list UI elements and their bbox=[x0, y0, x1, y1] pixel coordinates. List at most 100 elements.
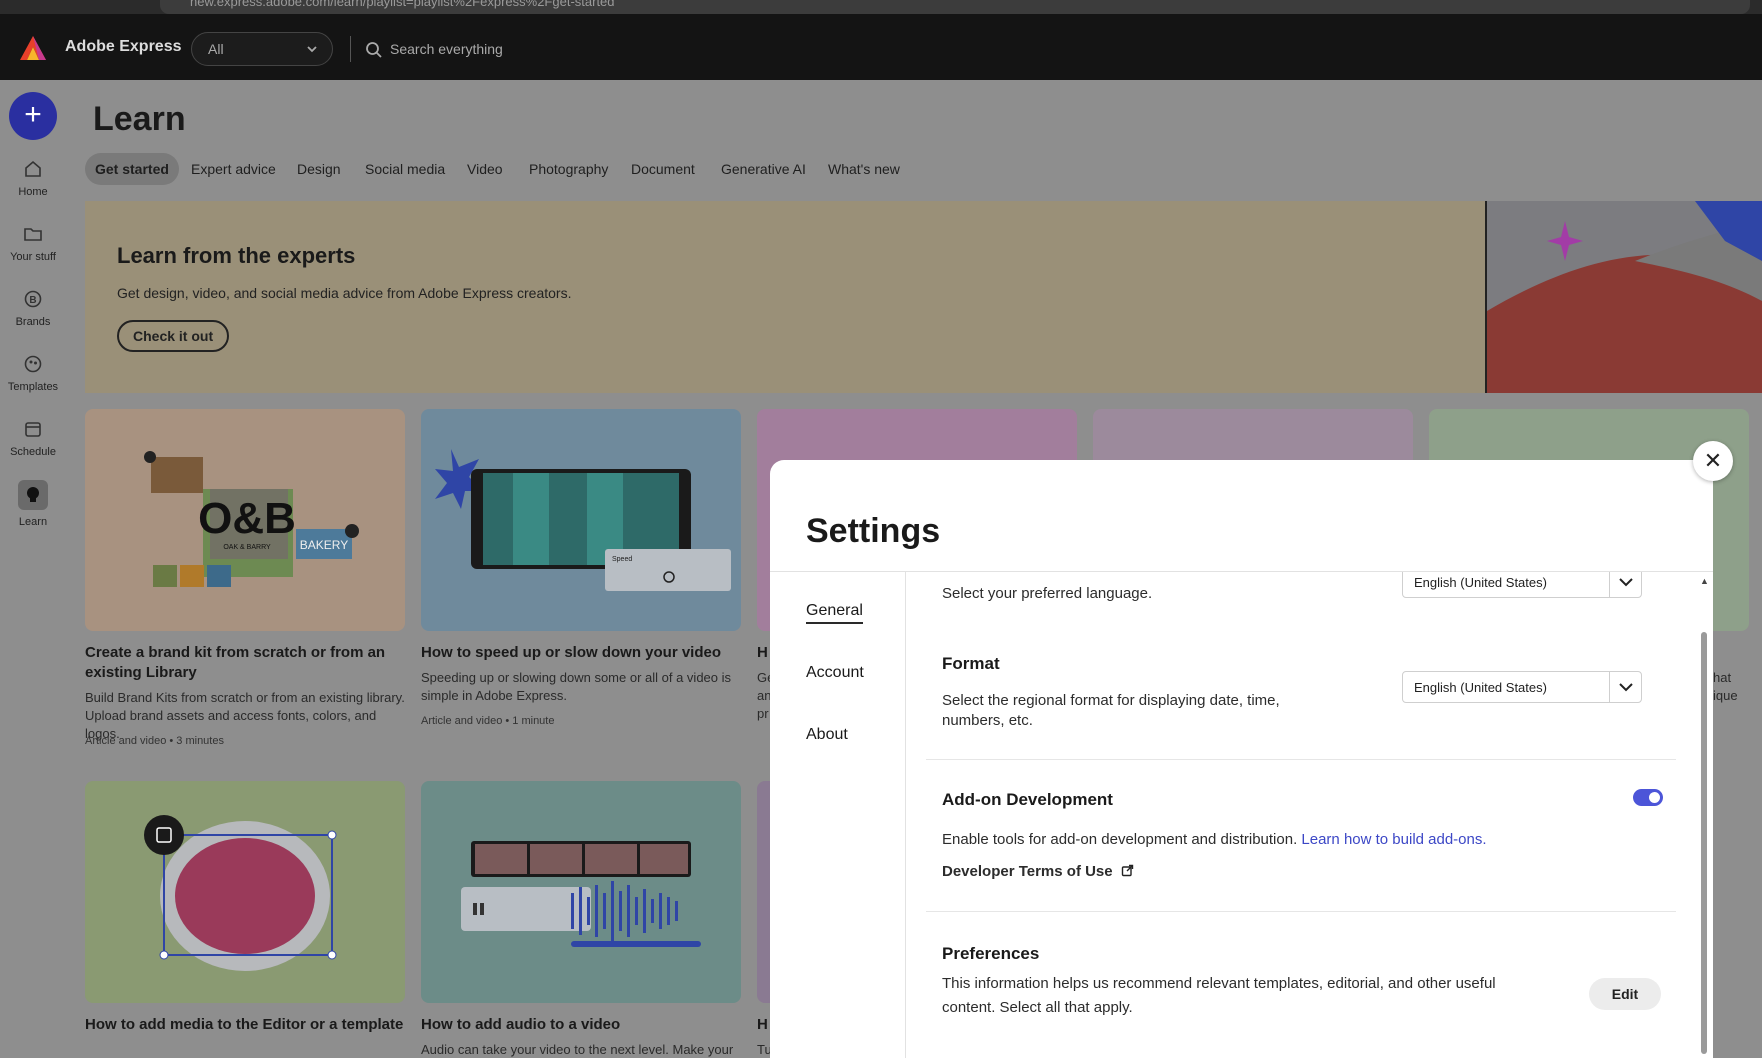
banner-illustration bbox=[1485, 201, 1762, 393]
sidebar-item-home[interactable]: Home bbox=[0, 158, 66, 214]
active-indicator bbox=[18, 480, 48, 510]
card-meta: Article and video • 1 minute bbox=[421, 715, 555, 727]
tab-generative-ai[interactable]: Generative AI bbox=[711, 153, 816, 185]
sidebar-item-templates[interactable]: Templates bbox=[0, 353, 66, 409]
check-it-out-button[interactable]: Check it out bbox=[117, 320, 230, 352]
scroll-thumb[interactable] bbox=[1701, 632, 1707, 1054]
language-dropdown[interactable]: English (United States) bbox=[1402, 572, 1642, 598]
calendar-icon bbox=[25, 422, 41, 437]
sidebar-item-label: Learn bbox=[18, 516, 48, 528]
card-title[interactable]: How to add audio to a video bbox=[421, 1015, 741, 1035]
app-header: Adobe Express All Search everything bbox=[0, 14, 1762, 80]
sidebar-item-label: Templates bbox=[7, 381, 59, 393]
page-title: Learn bbox=[93, 100, 186, 138]
tab-design[interactable]: Design bbox=[287, 153, 351, 185]
tab-social-media[interactable]: Social media bbox=[355, 153, 455, 185]
brand-kit-illustration: O&B OAK & BARRY BAKERY bbox=[144, 451, 359, 587]
banner-art-graphic bbox=[1485, 201, 1762, 393]
tab-get-started[interactable]: Get started bbox=[85, 153, 179, 185]
tab-expert-advice[interactable]: Expert advice bbox=[181, 153, 286, 185]
brand-logo-subtext: OAK & BARRY bbox=[223, 544, 271, 551]
header-divider bbox=[350, 36, 351, 62]
addon-description-row: Enable tools for add-on development and … bbox=[942, 830, 1487, 850]
scroll-up-arrow-icon[interactable]: ▲ bbox=[1700, 576, 1709, 586]
card-title[interactable]: How to add media to the Editor or a temp… bbox=[85, 1015, 405, 1035]
preferences-edit-button[interactable]: Edit bbox=[1589, 978, 1661, 1010]
card-thumbnail: Speed bbox=[421, 409, 741, 631]
settings-nav-about[interactable]: About bbox=[806, 726, 848, 744]
card-description: Ge an pr bbox=[757, 670, 775, 721]
language-value: English (United States) bbox=[1414, 575, 1547, 590]
video-speed-illustration: Speed bbox=[435, 449, 731, 591]
add-audio-illustration bbox=[461, 841, 701, 947]
addon-development-toggle[interactable] bbox=[1633, 789, 1663, 806]
tab-video[interactable]: Video bbox=[457, 153, 513, 185]
folder-icon bbox=[24, 228, 42, 241]
format-description: Select the regional format for displayin… bbox=[942, 692, 1280, 729]
settings-dialog: Settings General Account About Select yo… bbox=[770, 460, 1713, 1058]
filter-value: All bbox=[208, 41, 224, 57]
terms-link-text: Developer Terms of Use bbox=[942, 863, 1113, 880]
sidebar-item-schedule[interactable]: Schedule bbox=[0, 418, 66, 474]
tab-document[interactable]: Document bbox=[621, 153, 705, 185]
card-meta: Article and video • 3 minutes bbox=[85, 735, 224, 747]
search-filter-select[interactable]: All bbox=[191, 32, 333, 66]
settings-content: Select your preferred language. English … bbox=[906, 572, 1696, 1058]
divider bbox=[926, 759, 1676, 760]
chevron-down-icon bbox=[1619, 578, 1633, 587]
divider bbox=[926, 911, 1676, 912]
preferences-description: This information helps us recommend rele… bbox=[942, 975, 1496, 1016]
format-value: English (United States) bbox=[1414, 680, 1547, 695]
adobe-logo-icon[interactable] bbox=[20, 36, 46, 60]
build-addons-link[interactable]: Learn how to build add-ons. bbox=[1301, 831, 1486, 848]
card-description: Speeding up or slowing down some or all … bbox=[421, 670, 732, 703]
close-dialog-button[interactable]: ✕ bbox=[1693, 441, 1733, 481]
add-media-illustration bbox=[144, 815, 337, 971]
close-icon: ✕ bbox=[1703, 448, 1723, 473]
card-thumbnail bbox=[85, 781, 405, 1003]
search-input[interactable]: Search everything bbox=[390, 41, 503, 57]
toggle-knob bbox=[1649, 792, 1660, 803]
dropdown-button[interactable] bbox=[1609, 672, 1641, 702]
sidebar-item-your-stuff[interactable]: Your stuff bbox=[0, 223, 66, 279]
tab-photography[interactable]: Photography bbox=[519, 153, 618, 185]
search-icon bbox=[366, 42, 382, 58]
preferences-title: Preferences bbox=[942, 944, 1040, 963]
brand-name[interactable]: Adobe Express bbox=[65, 38, 181, 56]
banner-subtitle: Get design, video, and social media advi… bbox=[117, 285, 572, 301]
settings-nav-general[interactable]: General bbox=[806, 602, 863, 624]
format-dropdown[interactable]: English (United States) bbox=[1402, 671, 1642, 703]
card-description: Audio can take your video to the next le… bbox=[421, 1042, 734, 1057]
chevron-down-icon bbox=[307, 46, 317, 53]
speed-label: Speed bbox=[612, 556, 632, 563]
promo-banner: Learn from the experts Get design, video… bbox=[85, 201, 1762, 393]
settings-title: Settings bbox=[806, 512, 941, 550]
settings-scrollbar[interactable]: ▲ bbox=[1698, 572, 1710, 1058]
tab-whats-new[interactable]: What's new bbox=[818, 153, 910, 185]
external-link-icon bbox=[1121, 864, 1133, 877]
templates-icon bbox=[24, 355, 42, 373]
sidebar-item-brands[interactable]: B Brands bbox=[0, 288, 66, 344]
lightbulb-icon bbox=[27, 487, 39, 502]
card-title[interactable]: Create a brand kit from scratch or from … bbox=[85, 643, 405, 683]
dropdown-button[interactable] bbox=[1609, 572, 1641, 597]
sidebar-item-label: Home bbox=[18, 186, 48, 198]
create-button[interactable]: + bbox=[9, 92, 57, 140]
sidebar-item-label: Your stuff bbox=[10, 251, 56, 263]
card-title[interactable]: How to speed up or slow down your video bbox=[421, 643, 741, 663]
banner-title: Learn from the experts bbox=[117, 243, 356, 268]
sidebar-item-label: Schedule bbox=[10, 446, 56, 458]
language-description: Select your preferred language. bbox=[942, 585, 1153, 602]
brand-icon: B bbox=[24, 290, 42, 308]
svg-text:B: B bbox=[29, 295, 36, 306]
brand-tag-text: BAKERY bbox=[300, 538, 348, 552]
chevron-down-icon bbox=[1619, 683, 1633, 692]
address-bar[interactable]: new.express.adobe.com/learn/playlist=pla… bbox=[160, 0, 1750, 14]
browser-bar: new.express.adobe.com/learn/playlist=pla… bbox=[0, 0, 1762, 14]
addon-description: Enable tools for add-on development and … bbox=[942, 831, 1298, 848]
card-thumbnail: O&B OAK & BARRY BAKERY bbox=[85, 409, 405, 631]
sidebar-item-label: Brands bbox=[15, 316, 51, 328]
settings-nav-account[interactable]: Account bbox=[806, 664, 864, 682]
sidebar-item-learn[interactable]: Learn bbox=[0, 480, 66, 536]
developer-terms-link[interactable]: Developer Terms of Use bbox=[942, 862, 1134, 882]
